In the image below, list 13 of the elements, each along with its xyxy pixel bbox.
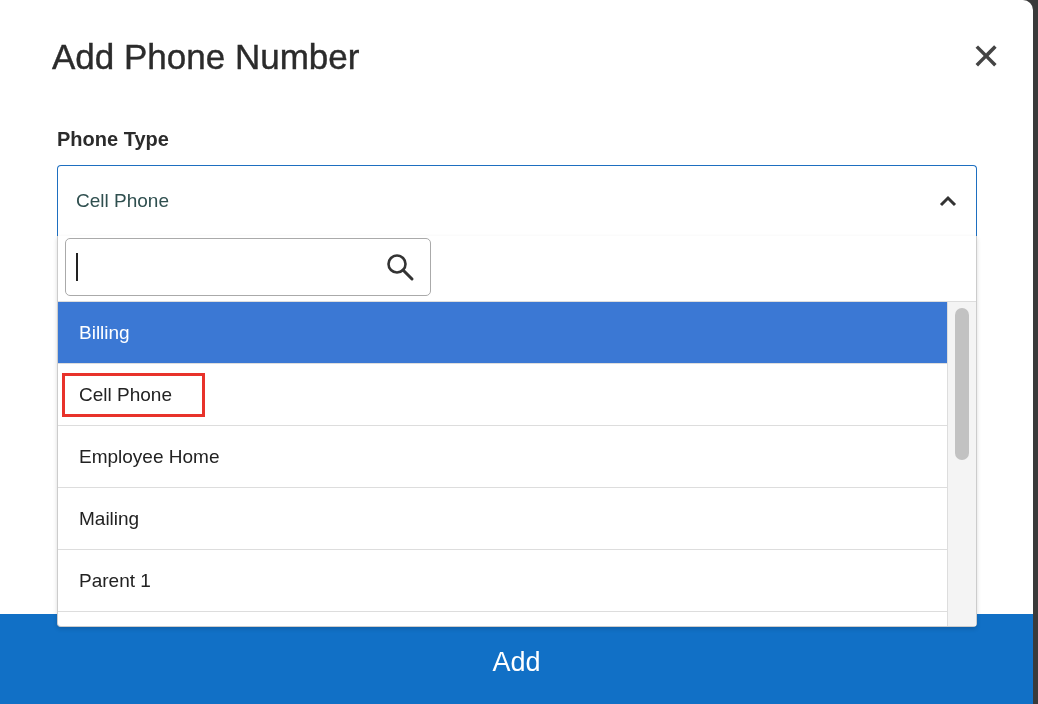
option-item[interactable]: Billing	[58, 302, 947, 364]
close-button[interactable]: ✕	[971, 39, 1001, 75]
caret-icon	[938, 195, 958, 207]
text-cursor	[76, 253, 78, 281]
search-icon	[385, 252, 415, 282]
option-item[interactable]: Employee Home	[58, 426, 947, 488]
option-item[interactable]: Cell Phone	[58, 364, 947, 426]
option-item[interactable]: Mailing	[58, 488, 947, 550]
scrollbar-thumb[interactable]	[955, 308, 969, 460]
option-item[interactable]: Parent 1	[58, 550, 947, 612]
field-label: Phone Type	[57, 128, 170, 151]
search-field[interactable]	[65, 238, 431, 296]
dialog-title: Add Phone Number	[52, 37, 360, 77]
